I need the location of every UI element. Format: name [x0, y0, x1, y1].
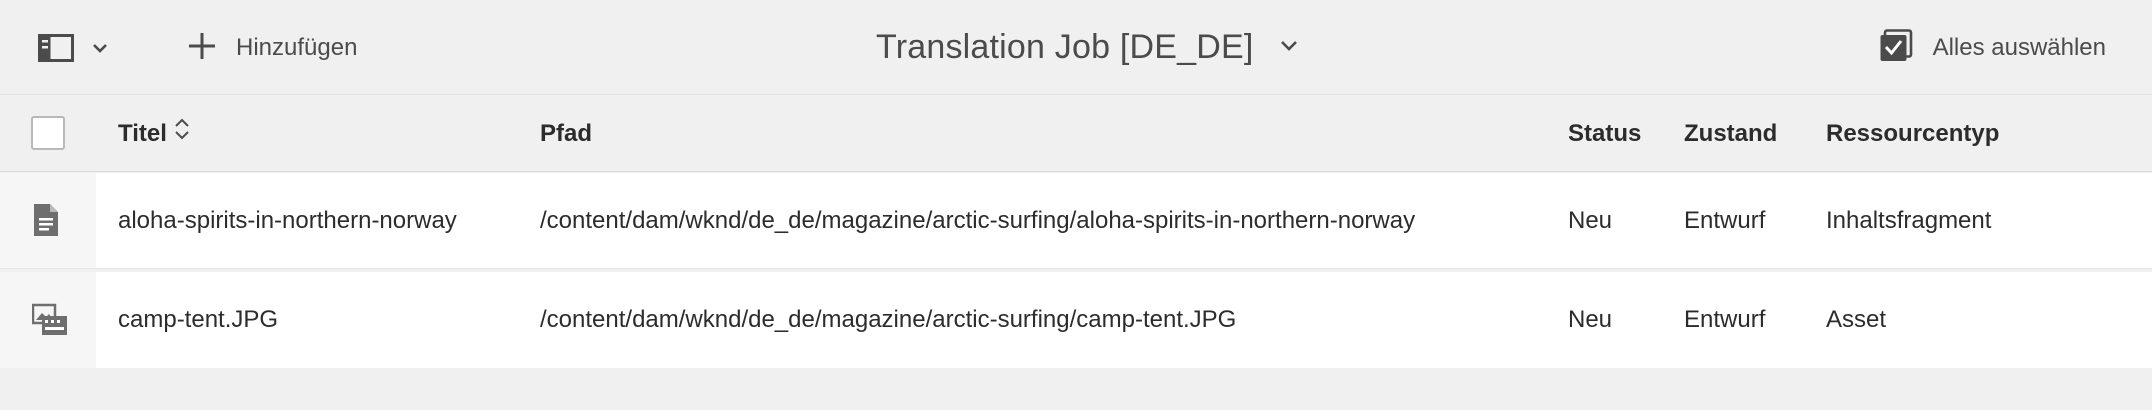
column-header-resource-type: Ressourcentyp [1826, 120, 2000, 147]
column-header-path: Pfad [540, 120, 593, 147]
row-selection-gutter[interactable] [0, 272, 96, 368]
table-row[interactable]: aloha-spirits-in-northern-norway /conten… [0, 173, 2152, 269]
chevron-down-icon [92, 43, 108, 53]
add-button[interactable]: Hinzufügen [188, 28, 357, 68]
select-all-label: Alles auswählen [1932, 34, 2106, 61]
add-button-label: Hinzufügen [236, 34, 358, 61]
plus-icon [188, 32, 216, 65]
column-header-status: Status [1568, 120, 1642, 147]
rail-toggle-button[interactable] [38, 28, 128, 68]
table-header: Titel Pfad Status Zustand Ressourcentyp [0, 96, 2152, 172]
chevron-down-icon [1280, 38, 1298, 56]
row-resource-type: Inhaltsfragment [1826, 207, 1992, 234]
table-row[interactable]: camp-tent.JPG /content/dam/wknd/de_de/ma… [0, 272, 2152, 368]
row-title[interactable]: aloha-spirits-in-northern-norway [118, 173, 457, 269]
row-status: Neu [1568, 207, 1613, 234]
column-header-title-label: Titel [118, 120, 167, 147]
row-title[interactable]: camp-tent.JPG [118, 272, 278, 368]
select-all-button[interactable]: Alles auswählen [1879, 28, 2106, 68]
select-all-checkbox-icon [1879, 28, 1913, 68]
column-header-title[interactable]: Titel [118, 96, 191, 172]
row-resource-type: Asset [1826, 306, 1887, 333]
row-path: /content/dam/wknd/de_de/magazine/arctic-… [540, 306, 1237, 333]
image-asset-icon [31, 302, 68, 341]
row-path: /content/dam/wknd/de_de/magazine/arctic-… [540, 207, 1416, 234]
page-title: Translation Job [DE_DE] [876, 27, 1254, 66]
empty-list-area [0, 368, 2152, 410]
row-zustand: Entwurf [1684, 207, 1766, 234]
row-selection-gutter[interactable] [0, 173, 96, 268]
column-header-zustand: Zustand [1684, 120, 1778, 147]
action-bar: Hinzufügen Translation Job [DE_DE] Alles… [0, 0, 2152, 95]
row-zustand: Entwurf [1684, 306, 1766, 333]
sort-icon [167, 96, 191, 172]
document-icon [32, 203, 60, 242]
select-all-rows-checkbox[interactable] [31, 116, 65, 150]
rail-toggle-icon [38, 34, 74, 62]
row-status: Neu [1568, 306, 1613, 333]
title-dropdown[interactable]: Translation Job [DE_DE] [876, 22, 1298, 72]
